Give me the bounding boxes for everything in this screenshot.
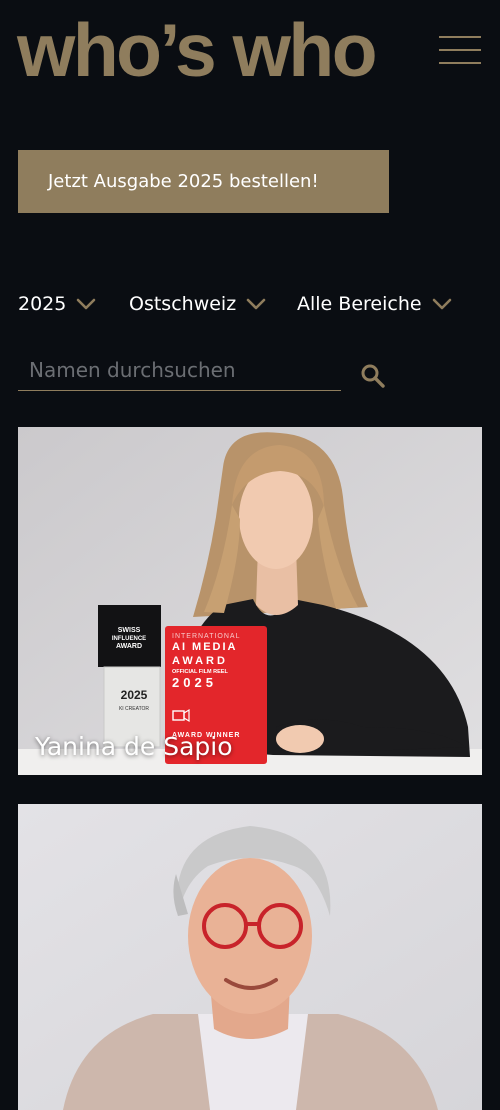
profile-photo [18,804,482,1110]
trophy-year: 2025 [121,688,148,702]
trophy-text: INFLUENCE [112,636,146,642]
year-filter-value: 2025 [18,293,67,315]
search-input[interactable] [18,352,341,388]
profile-photo: SWISS INFLUENCE AWARD 2025 KI CREATOR IN… [18,427,482,775]
trophy-category: KI CREATOR [119,706,149,712]
search-field [18,352,341,391]
award-text: INTERNATIONAL [172,633,241,640]
year-filter-dropdown[interactable]: 2025 [18,290,96,318]
search-icon[interactable] [360,363,386,389]
chevron-down-icon [76,298,96,310]
hamburger-icon-line [439,62,481,64]
award-text: AI MEDIA [172,641,238,653]
hamburger-icon-line [439,36,481,38]
chevron-down-icon [246,298,266,310]
whos-who-logo[interactable]: who’s who [17,8,378,92]
category-filter-value: Alle Bereiche [297,293,422,315]
order-edition-button[interactable]: Jetzt Ausgabe 2025 bestellen! [18,150,389,213]
award-text: AWARD [172,655,228,667]
region-filter-value: Ostschweiz [129,293,237,315]
region-filter-dropdown[interactable]: Ostschweiz [129,290,266,318]
chevron-down-icon [432,298,452,310]
profile-name: Yanina de Sapio [35,732,233,761]
award-year: 2025 [172,675,217,690]
trophy-text: AWARD [116,643,142,650]
trophy-text: SWISS [118,627,141,634]
menu-button[interactable] [439,34,483,68]
profile-card[interactable] [18,804,482,1110]
profile-card[interactable]: SWISS INFLUENCE AWARD 2025 KI CREATOR IN… [18,427,482,775]
hamburger-icon-line [439,49,481,51]
category-filter-dropdown[interactable]: Alle Bereiche [297,290,452,318]
